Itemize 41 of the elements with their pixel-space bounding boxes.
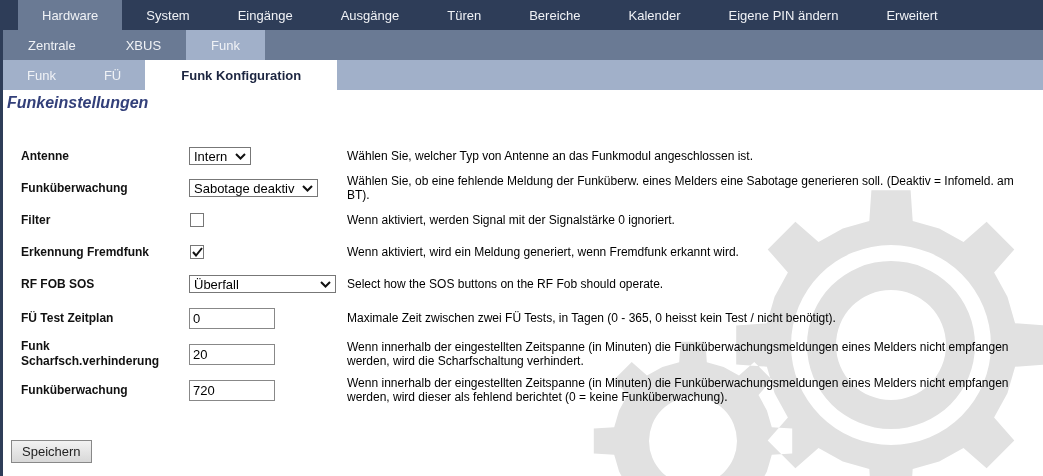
checkbox[interactable]	[190, 213, 204, 227]
input-field[interactable]: 720	[189, 379, 275, 401]
tab[interactable]: Funk Konfiguration	[145, 60, 338, 90]
chevron-down-icon	[235, 152, 247, 160]
setting-label: Funküberwachung	[21, 180, 129, 196]
setting-description: Wenn aktiviert, wird ein Meldung generiert, wenn Fremdfunk erkannt wird.	[347, 245, 740, 259]
setting-description: Select how the SOS buttons on the RF Fob should operate.	[347, 277, 665, 291]
setting-label: Funküberwachung	[21, 382, 129, 398]
setting-label: Funk Scharfsch.verhinderung	[21, 339, 161, 369]
menu-tab[interactable]: Kalender	[604, 0, 705, 30]
menu-tab[interactable]: Eingänge	[213, 0, 317, 30]
setting-description: Wenn innerhalb der eingestellten Zeitspanne (in Minuten) die Funküberwachungsmeldungen eines Melders nicht empfangen werden, wird die Scharfschaltung verhindert.	[347, 340, 1010, 368]
menu-tab[interactable]: Bereiche	[505, 0, 605, 30]
setting-label: Erkennung Fremdfunk	[21, 244, 150, 260]
save-button[interactable]: Speichern	[11, 440, 92, 463]
input-field[interactable]: 20	[189, 343, 275, 365]
submenu-tab[interactable]: Zentrale	[3, 30, 101, 60]
setting-description: Wählen Sie, ob eine fehlende Meldung der Funküberw. eines Melders eine Sabotage generieren soll. (Deaktiv = Infomeld. am BT).	[347, 174, 1015, 202]
checkbox[interactable]	[190, 245, 204, 259]
setting-description: Wählen Sie, welcher Typ von Antenne an das Funkmodul angeschlossen ist.	[347, 149, 755, 163]
setting-label: RF FOB SOS	[21, 276, 96, 292]
chevron-down-icon	[302, 184, 314, 192]
menu-tab[interactable]: Erweitert	[862, 0, 962, 30]
setting-description: Maximale Zeit zwischen zwei FÜ Tests, in Tagen (0 - 365, 0 heisst kein Test / nicht benötigt).	[347, 311, 837, 325]
menu-tab[interactable]: Eigene PIN ändern	[704, 0, 863, 30]
menu-tab[interactable]: Hardware	[18, 0, 123, 30]
page-title: Funkeinstellungen	[7, 94, 150, 112]
setting-label: Filter	[21, 212, 52, 228]
dropdown[interactable]: Sabotage deaktiv	[189, 179, 319, 197]
setting-description: Wenn innerhalb der eingestellten Zeitspanne (in Minuten) die Funküberwachungsmeldungen eines Melders nicht empfangen werden, wird dieser als fehlend berichtet (0 = keine Funküberwachung).	[347, 376, 1010, 404]
chevron-down-icon	[320, 280, 331, 288]
setting-description: Wenn aktiviert, werden Signal mit der Signalstärke 0 ignoriert.	[347, 213, 676, 227]
dropdown[interactable]: Überfall	[189, 275, 336, 293]
setting-label: Antenne	[21, 148, 70, 164]
menu-tab[interactable]: Türen	[423, 0, 506, 30]
menu-tab[interactable]: Ausgänge	[316, 0, 424, 30]
input-field[interactable]: 0	[189, 307, 275, 329]
dropdown[interactable]: Intern	[189, 147, 252, 165]
setting-label: FÜ Test Zeitplan	[21, 310, 115, 326]
submenu-tab[interactable]: XBUS	[100, 30, 187, 60]
menu-tab[interactable]: System	[122, 0, 214, 30]
